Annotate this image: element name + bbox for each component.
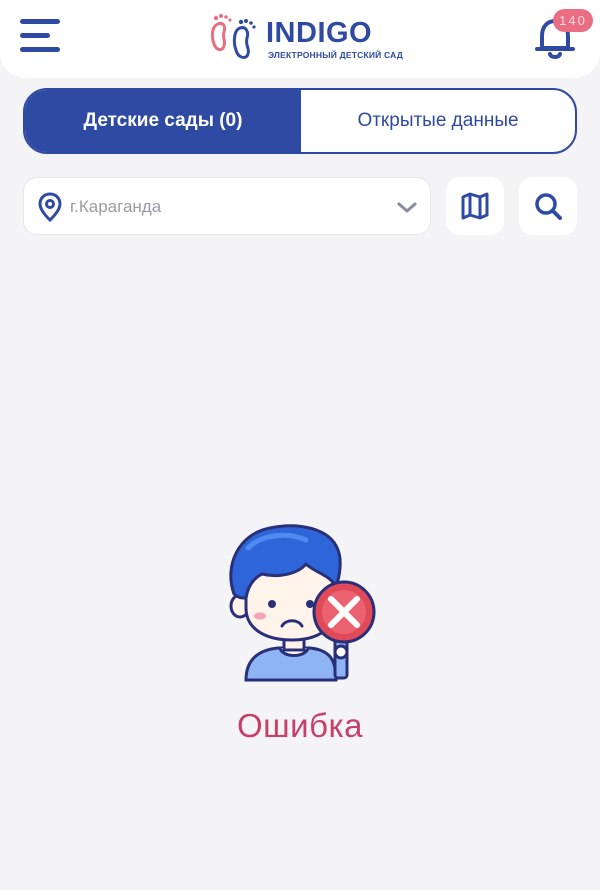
location-pin-icon xyxy=(38,192,62,222)
feet-logo-icon xyxy=(210,14,256,59)
logo-subtitle: ЭЛЕКТРОННЫЙ ДЕТСКИЙ САД xyxy=(268,50,404,60)
tab-kindergartens[interactable]: Детские сады (0) xyxy=(25,90,301,152)
app-header: INDIGO ЭЛЕКТРОННЫЙ ДЕТСКИЙ САД xyxy=(0,0,600,78)
tab-bar: Детские сады (0) Открытые данные xyxy=(23,88,577,154)
sad-boy-error-illustration xyxy=(229,524,376,682)
map-view-button[interactable] xyxy=(446,177,504,235)
error-message: Ошибка xyxy=(237,707,363,744)
chevron-down-icon xyxy=(397,202,417,213)
logo-title: INDIGO xyxy=(266,17,373,49)
city-select-value: г.Караганда xyxy=(70,197,162,216)
city-select[interactable]: г.Караганда xyxy=(23,177,431,235)
search-icon xyxy=(535,193,562,220)
map-icon xyxy=(461,192,489,220)
tab-open-data[interactable]: Открытые данные xyxy=(301,90,575,152)
notification-count-badge: 140 xyxy=(553,9,593,32)
search-button[interactable] xyxy=(519,177,577,235)
app-logo: INDIGO ЭЛЕКТРОННЫЙ ДЕТСКИЙ САД xyxy=(208,10,408,66)
hamburger-menu-icon[interactable] xyxy=(20,17,62,55)
